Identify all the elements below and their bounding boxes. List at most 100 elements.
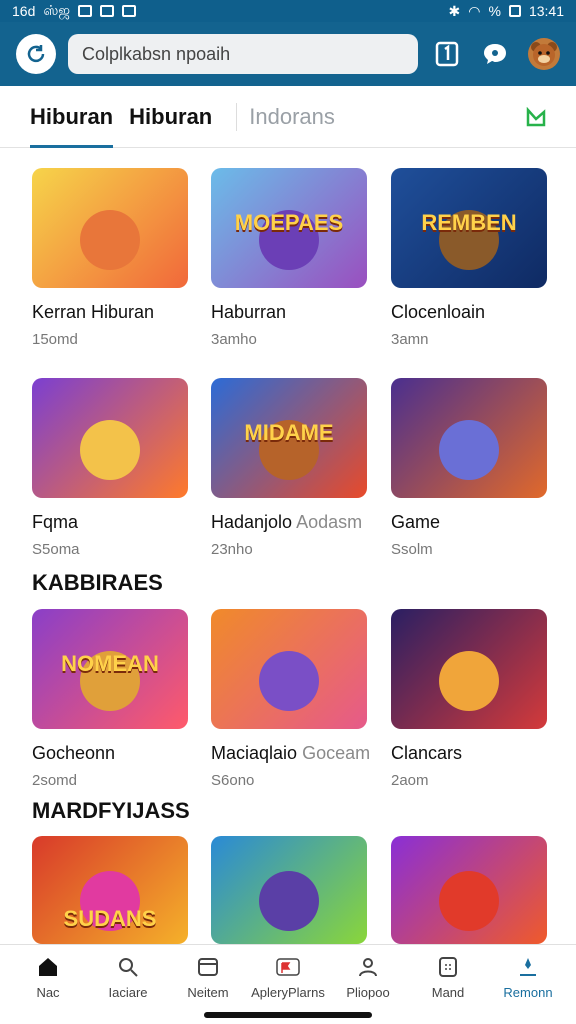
- game-thumbnail[interactable]: [391, 836, 547, 944]
- status-time-left: 16d: [12, 3, 36, 19]
- flag-icon: [276, 955, 300, 979]
- game-card[interactable]: [391, 836, 551, 944]
- game-title-text: Game: [391, 512, 441, 532]
- game-thumbnail[interactable]: [211, 836, 367, 944]
- game-card[interactable]: Kerran Hiburan 15omd: [32, 168, 192, 348]
- game-subtitle: Ssolm: [391, 541, 433, 558]
- game-thumbnail[interactable]: SUDANS: [32, 836, 188, 944]
- app-bar: Colplkabsn npoaih: [0, 22, 576, 86]
- game-title-extra: Aodasm: [296, 512, 363, 532]
- game-subtitle: 3amn: [391, 331, 429, 348]
- tab-hiburan-1[interactable]: Hiburan: [30, 86, 114, 148]
- game-title-extra: Goceam: [302, 743, 371, 763]
- book-icon: [435, 41, 459, 67]
- tab-indorans[interactable]: Indorans: [249, 86, 335, 148]
- game-card[interactable]: SUDANS: [32, 836, 192, 944]
- game-subtitle: 15omd: [32, 331, 78, 348]
- game-title-text: Maciaqlaio: [211, 743, 298, 763]
- game-card[interactable]: NOMEAN Gocheonn 2somd: [32, 609, 192, 789]
- game-thumbnail[interactable]: MOEPAES: [211, 168, 367, 288]
- thumbnail-logo-text: SUDANS: [63, 906, 157, 931]
- nav-label: Nac: [36, 985, 60, 1000]
- home-icon: [36, 955, 60, 979]
- game-title-text: Kerran Hiburan: [32, 302, 155, 322]
- nav-label: Mand: [431, 985, 465, 1000]
- game-card[interactable]: Fqma S5oma: [32, 378, 192, 558]
- nav-item-nac[interactable]: Nac: [8, 945, 88, 1024]
- game-thumbnail[interactable]: NOMEAN: [32, 609, 188, 729]
- nav-label: Neitem: [187, 985, 229, 1000]
- bear-avatar-icon: [531, 42, 557, 66]
- game-thumbnail[interactable]: REMBEN: [391, 168, 547, 288]
- mascot-image: [439, 651, 499, 711]
- search-text: Colplkabsn npoaih: [82, 43, 231, 64]
- game-card[interactable]: REMBEN Clocenloain 3amn: [391, 168, 551, 348]
- user-icon: [356, 955, 380, 979]
- flag-icon[interactable]: [526, 106, 546, 127]
- mascot-image: [259, 870, 319, 931]
- game-card[interactable]: MIDAME Hadanjolo Aodasm 23nho: [211, 378, 371, 558]
- nav-item-mand[interactable]: Mand: [408, 945, 488, 1024]
- mascot-image: [80, 210, 140, 270]
- game-card[interactable]: MOEPAES Haburran 3amho: [211, 168, 371, 348]
- game-title: Clocenloain: [391, 302, 551, 323]
- game-thumbnail[interactable]: [32, 378, 188, 498]
- game-subtitle: 3amho: [211, 331, 257, 348]
- search-input[interactable]: Colplkabsn npoaih: [68, 34, 418, 74]
- status-clock: 13:41: [528, 3, 564, 19]
- game-thumbnail[interactable]: [391, 609, 547, 729]
- nav-label: Remonn: [503, 985, 553, 1000]
- game-card[interactable]: Clancars 2aom: [391, 609, 551, 789]
- mascot-image: [259, 651, 319, 711]
- game-title-text: Haburran: [211, 302, 287, 322]
- game-title-text: Gocheonn: [32, 743, 116, 763]
- game-subtitle: S5oma: [32, 541, 80, 558]
- game-title-text: Fqma: [32, 512, 79, 532]
- bookmark-button[interactable]: [432, 39, 462, 69]
- chat-icon: [484, 44, 506, 64]
- game-subtitle: 2aom: [391, 772, 429, 789]
- game-title-text: Clocenloain: [391, 302, 486, 322]
- game-card[interactable]: Maciaqlaio Goceam S6ono: [211, 609, 371, 789]
- grid-icon: [436, 955, 460, 979]
- mascot-image: [80, 420, 140, 480]
- thumbnail-logo-text: REMBEN: [421, 210, 517, 235]
- status-carrier: ஸ்ஜ: [43, 1, 71, 18]
- game-thumbnail[interactable]: [211, 609, 367, 729]
- refresh-icon: [27, 45, 45, 63]
- tab-hiburan-2[interactable]: Hiburan: [129, 86, 212, 148]
- wifi-icon: ◠: [468, 2, 481, 19]
- game-thumbnail[interactable]: [32, 168, 188, 288]
- tab-bar: Hiburan Hiburan Indorans: [0, 86, 576, 148]
- game-subtitle: S6ono: [211, 772, 255, 789]
- game-card[interactable]: Game Ssolm: [391, 378, 551, 558]
- section-header: MARDFYIJASS: [32, 798, 190, 823]
- game-subtitle: 2somd: [32, 772, 78, 789]
- game-title: Maciaqlaio Goceam: [211, 743, 371, 764]
- game-card[interactable]: [211, 836, 371, 944]
- item-icon: [196, 955, 220, 979]
- game-thumbnail[interactable]: MIDAME: [211, 378, 367, 498]
- mascot-image: [439, 870, 499, 931]
- chat-button[interactable]: [480, 39, 510, 69]
- profile-avatar[interactable]: [528, 38, 560, 70]
- game-title: Clancars: [391, 743, 551, 764]
- back-button[interactable]: [16, 34, 56, 74]
- nav-label: Iaciare: [108, 985, 148, 1000]
- status-bar: 16d ஸ்ஜ ✱ ◠ % 13:41: [0, 0, 576, 22]
- mail-icon: [122, 5, 137, 17]
- game-title: Haburran: [211, 302, 371, 323]
- notification-icon: [78, 5, 93, 17]
- battery-percent: %: [488, 3, 501, 19]
- battery-icon: [508, 5, 521, 17]
- game-title: Kerran Hiburan: [32, 302, 192, 323]
- nav-item-iaciare[interactable]: Iaciare: [88, 945, 168, 1024]
- pin-icon: [516, 955, 540, 979]
- game-title: Game: [391, 512, 551, 533]
- bluetooth-icon: ✱: [448, 2, 461, 19]
- game-thumbnail[interactable]: [391, 378, 547, 498]
- thumbnail-logo-text: NOMEAN: [61, 651, 159, 676]
- nav-item-remonn[interactable]: Remonn: [488, 945, 568, 1024]
- search-icon: [116, 955, 140, 979]
- mascot-image: [439, 420, 499, 480]
